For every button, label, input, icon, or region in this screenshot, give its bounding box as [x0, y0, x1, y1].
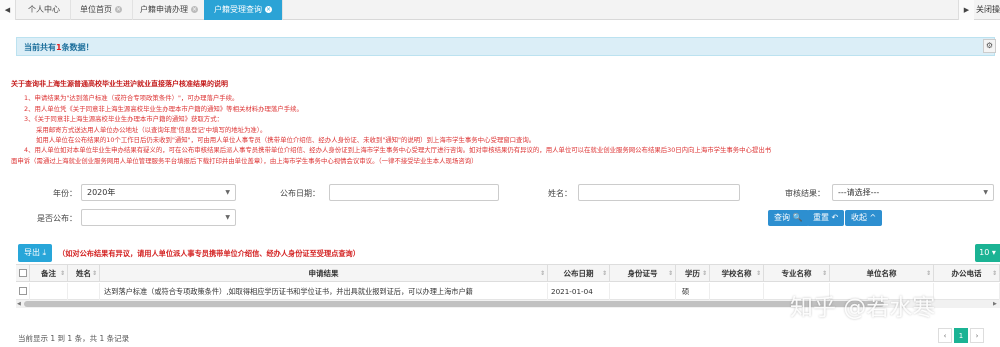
notice-line: 3、《关于同意非上海生源高校毕业生办理本市户籍的通知》获取方式：	[24, 115, 223, 124]
record-count-bar: 当前共有1条数据！	[16, 37, 995, 56]
sort-icon: ⇕	[667, 270, 673, 277]
name-input[interactable]	[578, 184, 740, 201]
tab-scroll-right-icon[interactable]: ▶	[958, 0, 974, 20]
cell-school	[710, 283, 764, 300]
sort-icon: ⇕	[539, 270, 545, 277]
col-education[interactable]: 学历 ⇕	[676, 265, 710, 282]
cell-result: 达到落户标准（或符合专项政策条件）,如取得相应学历证书和学位证书，并出具就业报到…	[100, 283, 548, 300]
year-label: 年份：	[53, 189, 77, 198]
chevron-down-icon: ▼	[225, 214, 230, 221]
notice-line: 4、用人单位如对本单位毕业生申办结果有疑义的，可在公布审核结果后派人事专员携带单…	[24, 146, 772, 155]
notice-panel: 关于查询非上海生源普通高校毕业生进沪就业直接落户核准结果的说明 1、申请结果为"…	[11, 79, 1000, 166]
tab-hukou-application[interactable]: 户籍申请办理 ×	[130, 0, 209, 20]
row-select-cell	[16, 283, 30, 300]
col-result[interactable]: 申请结果 ⇕	[100, 265, 548, 282]
is-public-select[interactable]: ▼	[81, 209, 236, 226]
tab-hukou-query[interactable]: 户籍受理查询 ×	[204, 0, 283, 20]
col-phone[interactable]: 办公电话 ⇕	[934, 265, 1000, 282]
prev-page-button[interactable]: ‹	[938, 328, 952, 343]
reset-button[interactable]: 重置 ↶	[807, 210, 845, 226]
sort-icon: ⇕	[821, 270, 827, 277]
scrollbar-thumb[interactable]	[24, 301, 884, 307]
cell-name	[68, 283, 100, 300]
chevron-down-icon: ▼	[225, 189, 230, 196]
page-size-select[interactable]: 10 ▾	[975, 244, 1000, 262]
tab-personal-center[interactable]: 个人中心	[18, 0, 71, 20]
col-school[interactable]: 学校名称 ⇕	[710, 265, 764, 282]
chevron-down-icon: ▼	[983, 189, 988, 196]
tab-label: 户籍受理查询	[214, 5, 262, 14]
notice-line: 2、用人单位凭《关于同意非上海生源高校毕业生办理本市户籍的通知》等相关材料办理落…	[24, 104, 303, 113]
publish-date-label: 公布日期：	[280, 189, 320, 198]
review-result-label: 审核结果：	[785, 189, 825, 198]
gear-icon[interactable]: ⚙	[983, 39, 996, 53]
cell-phone	[934, 283, 1000, 300]
close-tabs-button[interactable]: 关闭操	[976, 0, 1000, 20]
col-remark[interactable]: 备注 ⇕	[30, 265, 68, 282]
notice-line: 1、申请结果为"达到落户标准（或符合专项政策条件）"，可办理落户手续。	[24, 94, 239, 103]
cell-education: 硕	[676, 283, 710, 300]
notice-line: 面申诉（需通过上海就业创业服务网用人单位管理服务平台填报后下载打印并由单位盖章）…	[11, 156, 478, 165]
page-button-current[interactable]: 1	[954, 328, 968, 343]
chevron-left-icon: ‹	[943, 332, 947, 340]
table-header: 备注 ⇕ 姓名 ⇕ 申请结果 ⇕ 公布日期 ⇕ 身份证号 ⇕ 学历 ⇕ 学校名称 ⇕ 专业名称…	[16, 265, 1000, 282]
search-icon: 🔍	[792, 213, 803, 222]
cell-remark	[30, 283, 68, 300]
tab-label: 单位首页	[80, 5, 112, 14]
scroll-left-icon[interactable]: ◀	[17, 300, 21, 308]
sort-icon: ⇕	[755, 270, 761, 277]
notice-line: 如用人单位在公布结果的10个工作日后仍未收到"通知"，可由用人单位人事专员（携带…	[36, 136, 536, 145]
collapse-button[interactable]: 收起 ^	[845, 210, 883, 226]
tab-scroll-left-icon[interactable]: ◀	[0, 0, 16, 20]
name-label: 姓名：	[548, 189, 572, 198]
export-note: （如对公布结果有异议，请用人单位派人事专员携带单位介绍信、经办人身份证至受理点查…	[58, 249, 360, 258]
row-checkbox[interactable]	[19, 287, 27, 295]
tab-label: 个人中心	[28, 5, 60, 14]
is-public-label: 是否公布：	[37, 214, 77, 223]
undo-icon: ↶	[831, 213, 839, 222]
close-icon[interactable]: ×	[115, 6, 122, 13]
notice-title: 关于查询非上海生源普通高校毕业生进沪就业直接落户核准结果的说明	[11, 80, 228, 88]
tab-label: 户籍申请办理	[140, 5, 188, 14]
record-count-text: 当前共有1条数据！	[24, 43, 94, 52]
next-page-button[interactable]: ›	[970, 328, 984, 343]
sort-icon: ⇕	[701, 270, 707, 277]
col-id-number[interactable]: 身份证号 ⇕	[610, 265, 676, 282]
cell-id-number	[610, 283, 676, 300]
select-all-cell	[16, 265, 30, 282]
download-icon: ⤓	[42, 248, 47, 257]
select-all-checkbox[interactable]	[19, 269, 27, 277]
chevron-up-icon: ^	[869, 213, 877, 222]
watermark: 知乎 @若水寒	[790, 295, 936, 321]
sort-icon: ⇕	[91, 270, 97, 277]
sort-icon: ⇕	[601, 270, 607, 277]
chevron-right-icon: ›	[975, 332, 979, 340]
tab-bar: ◀ 个人中心 单位首页 × 户籍申请办理 × 户籍受理查询 × ▶ 关闭操	[0, 0, 1000, 20]
query-button[interactable]: 查询 🔍	[768, 210, 809, 226]
publish-date-input[interactable]	[329, 184, 499, 201]
sort-icon: ⇕	[991, 270, 997, 277]
close-icon[interactable]: ×	[265, 6, 272, 13]
review-result-select[interactable]: ---请选择--- ▼	[832, 184, 994, 201]
close-icon[interactable]: ×	[191, 6, 198, 13]
col-date[interactable]: 公布日期 ⇕	[548, 265, 610, 282]
sort-icon: ⇕	[925, 270, 931, 277]
scroll-right-icon[interactable]: ▶	[993, 300, 997, 308]
pagination-summary: 当前显示 1 到 1 条，共 1 条记录	[18, 334, 130, 343]
notice-line: 采用邮寄方式送达用人单位办公地址（以查询年度'信息登记'中填写的地址为准）。	[36, 125, 267, 134]
cell-date: 2021-01-04	[548, 283, 610, 300]
tab-unit-home[interactable]: 单位首页 ×	[70, 0, 133, 20]
col-unit[interactable]: 单位名称 ⇕	[830, 265, 934, 282]
col-major[interactable]: 专业名称 ⇕	[764, 265, 830, 282]
col-name[interactable]: 姓名 ⇕	[68, 265, 100, 282]
sort-icon: ⇕	[59, 270, 65, 277]
export-button[interactable]: 导出 ⤓	[18, 244, 53, 262]
chevron-down-icon: ▾	[991, 248, 996, 257]
year-select[interactable]: 2020年 ▼	[81, 184, 236, 201]
